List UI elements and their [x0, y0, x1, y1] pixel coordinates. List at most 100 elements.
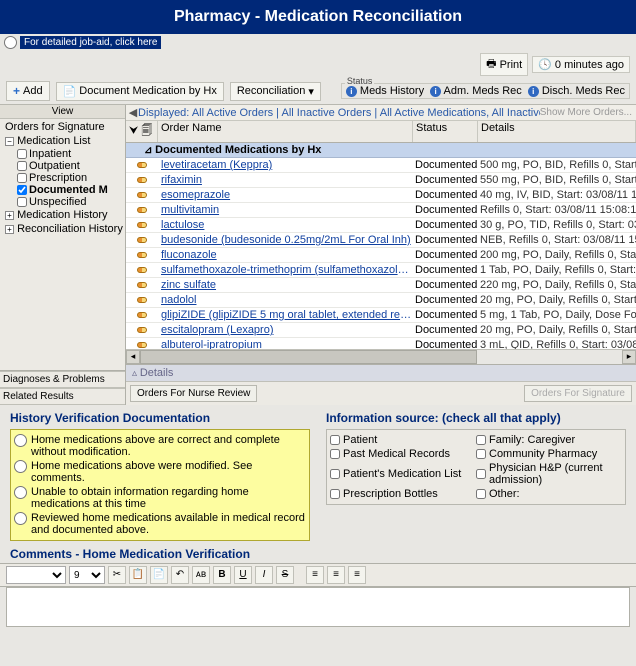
med-name-link[interactable]: escitalopram (Lexapro) — [158, 324, 413, 336]
related-results-button[interactable]: Related Results — [0, 388, 125, 405]
col-status[interactable]: Status — [413, 121, 478, 142]
show-more-orders[interactable]: Show More Orders... — [540, 107, 634, 118]
font-family-select[interactable] — [6, 566, 66, 584]
cut-button[interactable]: ✂ — [108, 566, 126, 584]
medication-row[interactable]: levetiracetam (Keppra)Documented500 mg, … — [126, 158, 636, 173]
prescription-checkbox[interactable] — [17, 173, 27, 183]
med-name-link[interactable]: esomeprazole — [158, 189, 413, 201]
inpatient-checkbox[interactable] — [17, 149, 27, 159]
jobaid-radio[interactable] — [4, 36, 17, 49]
hv-reviewed-radio[interactable] — [14, 512, 27, 525]
medication-row[interactable]: lactuloseDocumented30 g, PO, TID, Refill… — [126, 218, 636, 233]
document-by-hx-button[interactable]: 📄Document Medication by Hx — [56, 82, 224, 101]
copy-button[interactable]: 📋 — [129, 566, 147, 584]
refresh-time[interactable]: 🕓0 minutes ago — [532, 56, 630, 73]
src-patient-checkbox[interactable] — [330, 435, 340, 445]
medication-row[interactable]: nadololDocumented20 mg, PO, Daily, Refil… — [126, 293, 636, 308]
reconciliation-dropdown[interactable]: Reconciliation ▾ — [230, 82, 321, 101]
tree-prescription[interactable]: Prescription — [1, 172, 124, 184]
undo-button[interactable]: ↶ — [171, 566, 189, 584]
jobaid-link[interactable]: For detailed job-aid, click here — [20, 36, 161, 49]
tree-unspecified[interactable]: Unspecified — [1, 196, 124, 208]
tree-outpatient[interactable]: Outpatient — [1, 160, 124, 172]
horizontal-scrollbar[interactable]: ◂ ▸ — [126, 349, 636, 364]
medication-row[interactable]: sulfamethoxazole-trimethoprim (sulfameth… — [126, 263, 636, 278]
documented-checkbox[interactable] — [17, 185, 27, 195]
tree-orders-signature[interactable]: Orders for Signature — [1, 120, 124, 134]
src-past-records-checkbox[interactable] — [330, 449, 340, 459]
hv-unable-radio[interactable] — [14, 486, 27, 499]
med-name-link[interactable]: zinc sulfate — [158, 279, 413, 291]
medication-row[interactable]: escitalopram (Lexapro)Documented20 mg, P… — [126, 323, 636, 338]
add-button[interactable]: +Add — [6, 81, 50, 101]
orders-nurse-review-button[interactable]: Orders For Nurse Review — [130, 385, 257, 402]
col-icon[interactable]: ⮟ 🗐 — [126, 121, 158, 142]
medication-row[interactable]: rifaximinDocumented550 mg, PO, BID, Refi… — [126, 173, 636, 188]
print-button[interactable]: 🖶Print — [480, 53, 528, 76]
med-name-link[interactable]: lactulose — [158, 219, 413, 231]
scroll-left-icon[interactable]: ◀ — [128, 106, 138, 119]
align-center-button[interactable]: ≡ — [327, 566, 345, 584]
src-med-list-checkbox[interactable] — [330, 469, 340, 479]
med-name-link[interactable]: levetiracetam (Keppra) — [158, 159, 413, 171]
strike-button[interactable]: S — [276, 566, 294, 584]
scroll-right-button[interactable]: ▸ — [622, 350, 636, 364]
med-details: 5 mg, 1 Tab, PO, Daily, Dose Form: Tab E… — [478, 309, 636, 321]
align-left-button[interactable]: ≡ — [306, 566, 324, 584]
src-physician-hp-checkbox[interactable] — [476, 469, 486, 479]
expand-icon[interactable]: + — [5, 211, 14, 220]
hv-modified-radio[interactable] — [14, 460, 27, 473]
med-name-link[interactable]: multivitamin — [158, 204, 413, 216]
unspecified-checkbox[interactable] — [17, 197, 27, 207]
med-name-link[interactable]: rifaximin — [158, 174, 413, 186]
meds-history-status[interactable]: i Meds History — [346, 85, 424, 97]
medication-row[interactable]: zinc sulfateDocumented220 mg, PO, Daily,… — [126, 278, 636, 293]
col-order-name[interactable]: Order Name — [158, 121, 413, 142]
tree-documented[interactable]: Documented M — [1, 184, 124, 196]
comments-editor[interactable] — [6, 587, 630, 627]
tree-medication-list[interactable]: − Medication List — [1, 134, 124, 148]
src-community-pharmacy-checkbox[interactable] — [476, 449, 486, 459]
underline-button[interactable]: U — [234, 566, 252, 584]
med-name-link[interactable]: glipiZIDE (glipiZIDE 5 mg oral tablet, e… — [158, 309, 413, 321]
medication-grid: ⊿ Documented Medications by Hx levetirac… — [126, 143, 636, 349]
italic-button[interactable]: I — [255, 566, 273, 584]
medication-row[interactable]: budesonide (budesonide 0.25mg/2mL For Or… — [126, 233, 636, 248]
med-name-link[interactable]: nadolol — [158, 294, 413, 306]
med-name-link[interactable]: budesonide (budesonide 0.25mg/2mL For Or… — [158, 234, 413, 246]
font-size-select[interactable]: 9 — [69, 566, 105, 584]
src-family-checkbox[interactable] — [476, 435, 486, 445]
scroll-left-button[interactable]: ◂ — [126, 350, 140, 364]
bold-button[interactable]: B — [213, 566, 231, 584]
filter-display[interactable]: Displayed: All Active Orders | All Inact… — [138, 107, 540, 119]
spellcheck-button[interactable]: ᴀʙ — [192, 566, 210, 584]
orders-for-signature-button[interactable]: Orders For Signature — [524, 385, 632, 402]
medication-row[interactable]: multivitaminDocumentedRefills 0, Start: … — [126, 203, 636, 218]
med-name-link[interactable]: sulfamethoxazole-trimethoprim (sulfameth… — [158, 264, 413, 276]
src-other-checkbox[interactable] — [476, 489, 486, 499]
tree-inpatient[interactable]: Inpatient — [1, 148, 124, 160]
med-name-link[interactable]: albuterol-ipratropium — [158, 339, 413, 349]
med-name-link[interactable]: fluconazole — [158, 249, 413, 261]
hv-correct-radio[interactable] — [14, 434, 27, 447]
paste-button[interactable]: 📄 — [150, 566, 168, 584]
adm-meds-rec-status[interactable]: i Adm. Meds Rec — [430, 85, 522, 97]
details-collapse-bar[interactable]: ▵ Details — [126, 364, 636, 381]
tree-reconciliation-history[interactable]: + Reconciliation History — [1, 222, 124, 236]
diagnoses-problems-button[interactable]: Diagnoses & Problems — [0, 371, 125, 388]
tree-medication-history[interactable]: + Medication History — [1, 208, 124, 222]
medication-row[interactable]: albuterol-ipratropiumDocumented3 mL, QID… — [126, 338, 636, 349]
medication-row[interactable]: glipiZIDE (glipiZIDE 5 mg oral tablet, e… — [126, 308, 636, 323]
nav-tree[interactable]: Orders for Signature − Medication List I… — [0, 119, 125, 370]
group-header[interactable]: ⊿ Documented Medications by Hx — [126, 143, 636, 158]
disch-meds-rec-status[interactable]: i Disch. Meds Rec — [528, 85, 625, 97]
expand-icon[interactable]: + — [5, 225, 14, 234]
collapse-icon[interactable]: − — [5, 137, 14, 146]
align-right-button[interactable]: ≡ — [348, 566, 366, 584]
outpatient-checkbox[interactable] — [17, 161, 27, 171]
medication-row[interactable]: fluconazoleDocumented200 mg, PO, Daily, … — [126, 248, 636, 263]
col-details[interactable]: Details — [478, 121, 636, 142]
medication-row[interactable]: esomeprazoleDocumented40 mg, IV, BID, St… — [126, 188, 636, 203]
scroll-thumb[interactable] — [140, 350, 477, 364]
src-bottles-checkbox[interactable] — [330, 489, 340, 499]
